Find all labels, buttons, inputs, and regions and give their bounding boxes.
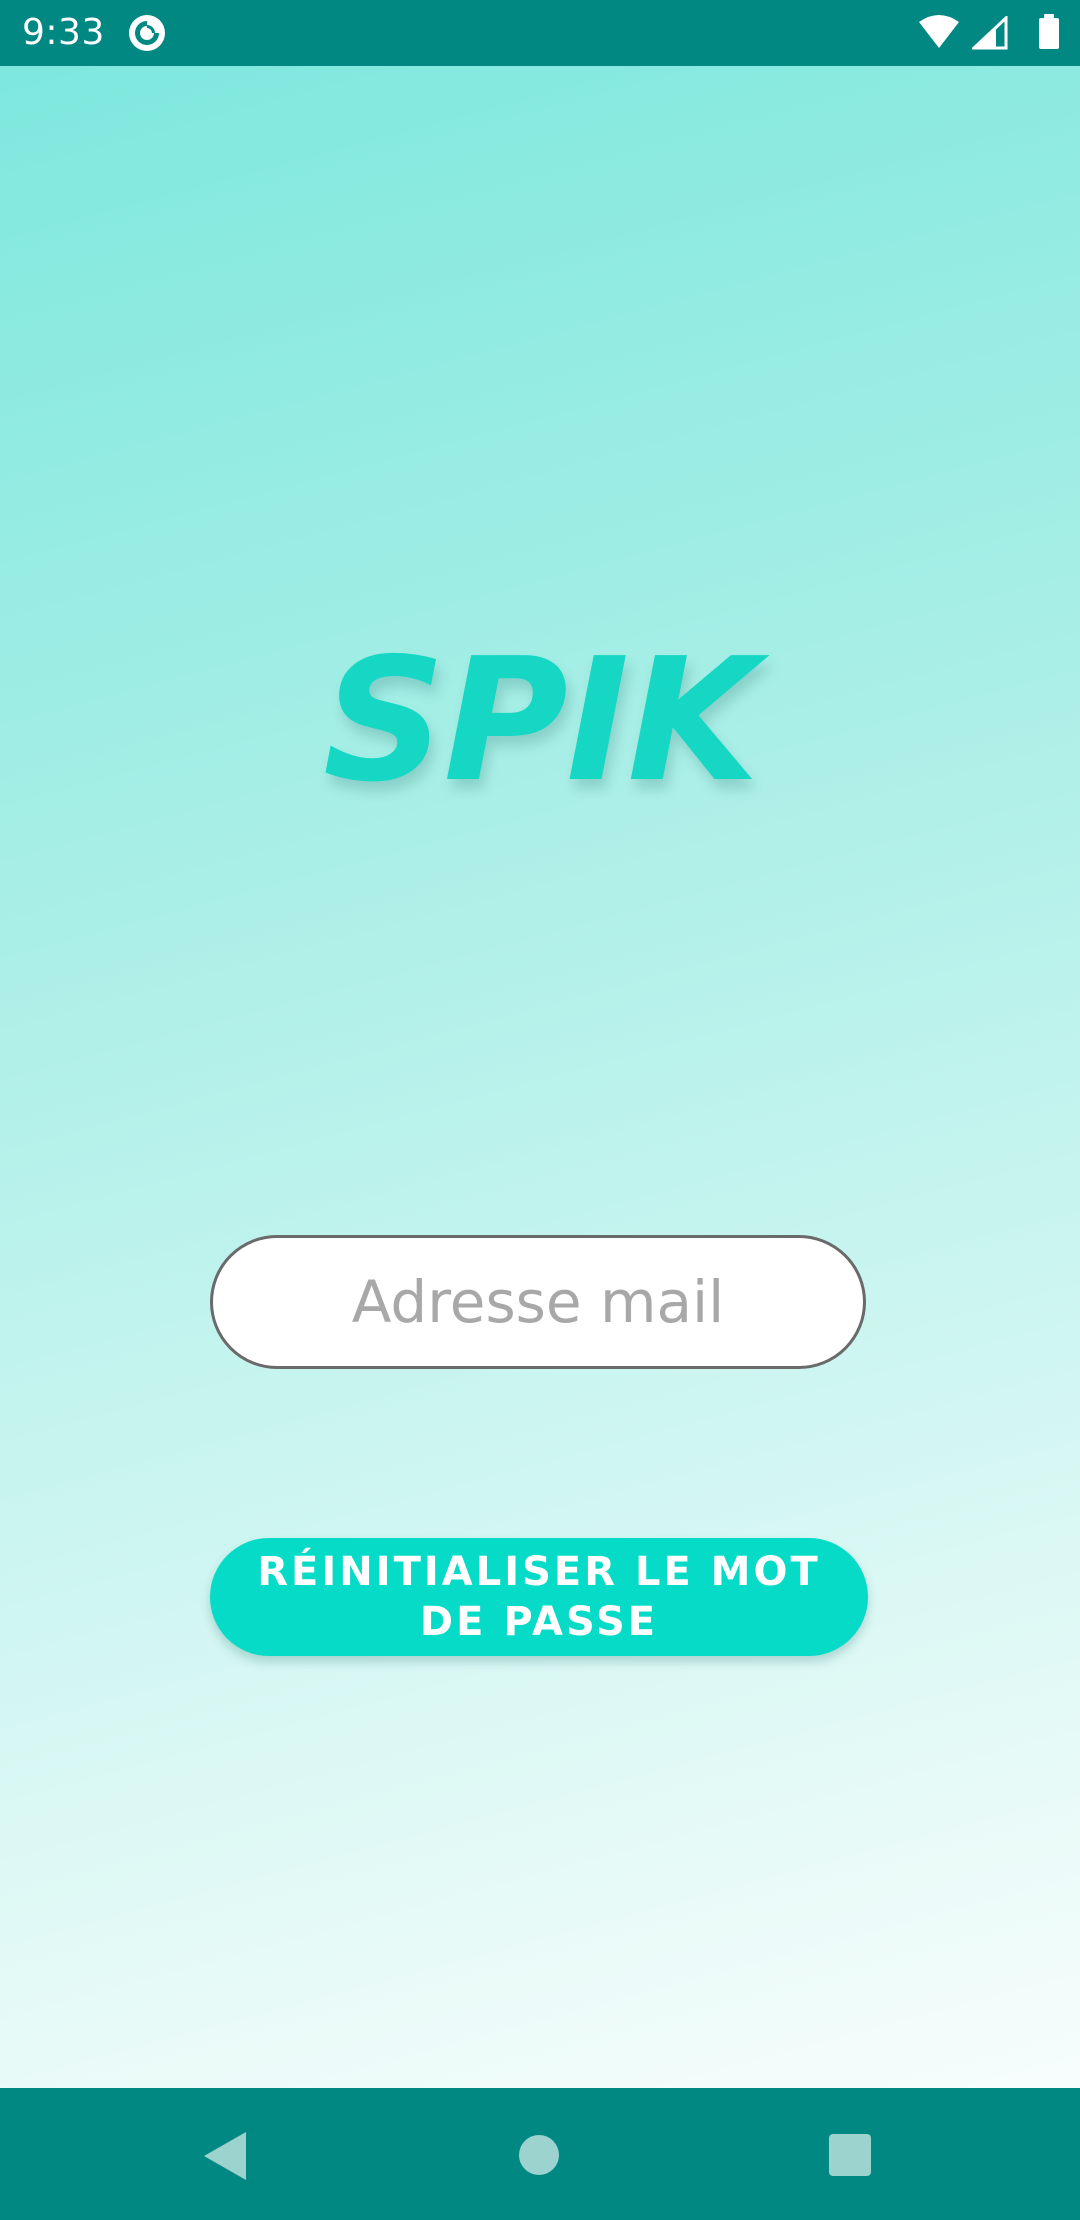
battery-icon bbox=[1039, 14, 1059, 49]
pocket-casts-icon bbox=[129, 15, 165, 51]
recents-icon[interactable] bbox=[828, 2133, 872, 2177]
app-logo: SPIK bbox=[322, 622, 759, 820]
email-field[interactable] bbox=[210, 1235, 866, 1369]
cell-signal-icon bbox=[972, 16, 1008, 50]
status-bar: 9:33 bbox=[0, 0, 1080, 66]
home-icon[interactable] bbox=[518, 2134, 560, 2176]
status-time: 9:33 bbox=[22, 12, 105, 53]
wifi-icon bbox=[919, 15, 959, 48]
navigation-bar bbox=[0, 2088, 1080, 2220]
forgot-password-screen: SPIK RÉINITIALISER LE MOT DE PASSE bbox=[0, 66, 1080, 2088]
screen: 9:33 SPIK RÉINITIALISER LE MOT DE PASSE bbox=[0, 0, 1080, 2220]
back-icon[interactable] bbox=[202, 2130, 248, 2182]
reset-password-button[interactable]: RÉINITIALISER LE MOT DE PASSE bbox=[210, 1538, 868, 1656]
